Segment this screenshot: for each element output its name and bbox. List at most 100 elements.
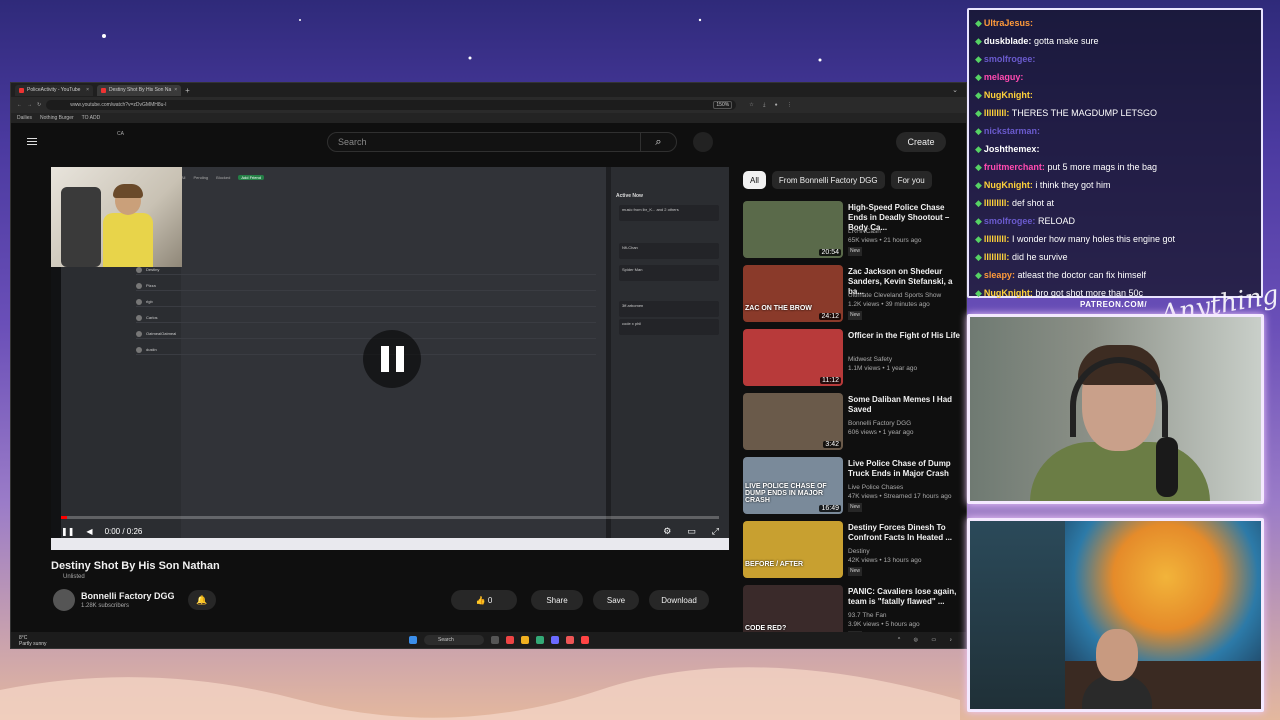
recommendation-channel[interactable]: Bonnelli Factory DGG bbox=[848, 419, 914, 428]
like-button[interactable]: 👍 0 bbox=[451, 590, 517, 610]
video-progress-bar[interactable] bbox=[61, 516, 719, 519]
video-player[interactable]: All Pending Blocked Add Friend Destiny P… bbox=[51, 167, 729, 550]
recommendation-channel[interactable]: Destiny bbox=[848, 547, 921, 556]
chat-username[interactable]: lllllllll: bbox=[984, 234, 1010, 244]
pause-icon[interactable] bbox=[363, 330, 421, 388]
video-thumbnail[interactable]: 20:54 bbox=[743, 201, 843, 258]
recommendation-item[interactable]: 20:54 High-Speed Police Chase Ends in De… bbox=[743, 201, 965, 265]
create-button[interactable]: Create bbox=[896, 132, 946, 152]
browser-window: PoliceActivity - YouTube × Destiny Shot … bbox=[10, 82, 967, 649]
recommendation-item[interactable]: LIVE POLICE CHASE OF DUMP ENDS IN MAJOR … bbox=[743, 457, 965, 521]
channel-avatar[interactable] bbox=[53, 589, 75, 611]
youtube-icon[interactable] bbox=[581, 636, 589, 644]
url-field[interactable]: www.youtube.com/watch?v=zDvGMMH8u-I 150% bbox=[46, 100, 737, 110]
tab-destiny-video[interactable]: Destiny Shot By His Son Na × bbox=[97, 84, 182, 96]
chat-text: did he survive bbox=[1011, 252, 1068, 262]
file-explorer-icon[interactable] bbox=[521, 636, 529, 644]
video-duration: 3:42 bbox=[823, 441, 841, 448]
recommendation-title[interactable]: Officer in the Fight of His Life bbox=[848, 331, 966, 341]
fullscreen-icon[interactable]: ⤢ bbox=[712, 526, 719, 537]
back-icon[interactable]: ← bbox=[17, 102, 22, 108]
share-button[interactable]: Share bbox=[531, 590, 583, 610]
app-icon[interactable] bbox=[506, 636, 514, 644]
discord-icon[interactable] bbox=[551, 636, 559, 644]
new-tab-icon[interactable]: + bbox=[185, 86, 190, 95]
chat-username[interactable]: lllllllll: bbox=[984, 108, 1010, 118]
weather-widget[interactable]: 8°C Partly sunny bbox=[19, 635, 47, 647]
like-count: 0 bbox=[487, 595, 493, 605]
badge-icon: ◆ bbox=[975, 72, 982, 82]
start-icon[interactable] bbox=[409, 636, 417, 644]
chat-username[interactable]: fruitmerchant: bbox=[984, 162, 1045, 172]
video-thumbnail[interactable]: 11:12 bbox=[743, 329, 843, 386]
chat-username[interactable]: duskblade: bbox=[984, 36, 1032, 46]
badge-icon: ◆ bbox=[975, 198, 982, 208]
tab-police-activity[interactable]: PoliceActivity - YouTube × bbox=[15, 84, 93, 96]
reload-icon[interactable]: ↻ bbox=[37, 102, 41, 108]
recommendation-channel[interactable]: Live Police Chases bbox=[848, 483, 951, 492]
new-badge: New bbox=[848, 503, 863, 512]
chip-from-channel[interactable]: From Bonnelli Factory DGG bbox=[771, 171, 885, 189]
bookmark-nothing-burger[interactable]: Nothing Burger bbox=[40, 115, 74, 121]
video-duration: 20:54 bbox=[819, 249, 841, 256]
chat-username[interactable]: lllllllll: bbox=[984, 252, 1010, 262]
chip-all[interactable]: All bbox=[743, 171, 766, 189]
search-input[interactable]: Search ⌕ bbox=[327, 132, 677, 152]
recommendation-title[interactable]: Some Daliban Memes I Had Saved bbox=[848, 395, 966, 415]
chip-for-you[interactable]: For you bbox=[890, 171, 932, 189]
recommendation-item[interactable]: 11:12 Officer in the Fight of His Life M… bbox=[743, 329, 965, 393]
recommendation-item[interactable]: ZAC ON THE BROW 24:12 Zac Jackson on She… bbox=[743, 265, 965, 329]
chat-message: ◆ smolfrogee: RELOAD bbox=[975, 212, 1255, 230]
recommendation-title[interactable]: Destiny Forces Dinesh To Confront Facts … bbox=[848, 523, 966, 543]
app-icon[interactable] bbox=[566, 636, 574, 644]
search-icon[interactable]: ⌕ bbox=[640, 133, 676, 151]
chat-username[interactable]: NugKnight: bbox=[984, 288, 1033, 298]
recommendation-title[interactable]: Live Police Chase of Dump Truck Ends in … bbox=[848, 459, 966, 479]
close-tab-icon[interactable]: × bbox=[174, 87, 177, 93]
menu-icon[interactable] bbox=[27, 136, 37, 147]
toolbar-icons[interactable]: ☆ ⤓ ● ⋮ bbox=[749, 102, 796, 108]
recommendation-channel[interactable]: 93.7 The Fan bbox=[848, 611, 920, 620]
chat-username[interactable]: smolfrogee: bbox=[984, 216, 1036, 226]
chat-username[interactable]: NugKnight: bbox=[984, 180, 1033, 190]
chat-username[interactable]: Joshthemex: bbox=[984, 144, 1040, 154]
volume-icon[interactable]: ◀ bbox=[86, 527, 92, 536]
recommendation-meta: 606 views • 1 year ago bbox=[848, 429, 914, 436]
tab-list-icon[interactable]: ⌄ bbox=[952, 86, 958, 94]
save-button[interactable]: Save bbox=[593, 590, 639, 610]
settings-icon[interactable]: ⚙ bbox=[663, 526, 671, 537]
notification-bell-icon[interactable]: 🔔 bbox=[188, 590, 216, 610]
channel-name[interactable]: Bonnelli Factory DGG bbox=[81, 591, 175, 601]
video-thumbnail[interactable]: ZAC ON THE BROW 24:12 bbox=[743, 265, 843, 322]
bookmark-to-add[interactable]: TO ADD bbox=[82, 115, 101, 121]
recommendation-title[interactable]: PANIC: Cavaliers lose again, team is "fa… bbox=[848, 587, 966, 607]
chat-username[interactable]: lllllllll: bbox=[984, 198, 1010, 208]
chat-username[interactable]: melaguy: bbox=[984, 72, 1024, 82]
recommendation-channel[interactable]: Midwest Safety bbox=[848, 355, 917, 364]
zoom-badge[interactable]: 150% bbox=[713, 101, 733, 109]
forward-icon[interactable]: → bbox=[27, 102, 32, 108]
chat-message: ◆ NugKnight: i think they got him bbox=[975, 176, 1255, 194]
app-icon[interactable] bbox=[536, 636, 544, 644]
chat-username[interactable]: smolfrogee: bbox=[984, 54, 1036, 64]
play-pause-icon[interactable]: ❚❚ bbox=[61, 527, 74, 536]
voice-search-icon[interactable] bbox=[693, 132, 713, 152]
chat-username[interactable]: NugKnight: bbox=[984, 90, 1033, 100]
bookmark-dailies[interactable]: Dailies bbox=[17, 115, 32, 121]
system-tray-icons[interactable]: ^ ◎ ▭ ♪ bbox=[898, 637, 958, 643]
task-view-icon[interactable] bbox=[491, 636, 499, 644]
close-tab-icon[interactable]: × bbox=[86, 87, 89, 93]
theater-mode-icon[interactable]: ▭ bbox=[687, 526, 696, 537]
recommendation-item[interactable]: 3:42 Some Daliban Memes I Had Saved Bonn… bbox=[743, 393, 965, 457]
video-thumbnail[interactable]: 3:42 bbox=[743, 393, 843, 450]
chat-username[interactable]: nickstarman: bbox=[984, 126, 1040, 136]
video-thumbnail[interactable]: LIVE POLICE CHASE OF DUMP ENDS IN MAJOR … bbox=[743, 457, 843, 514]
taskbar-search[interactable]: Search bbox=[424, 635, 484, 645]
video-thumbnail[interactable]: BEFORE / AFTER bbox=[743, 521, 843, 578]
recommendation-channel[interactable]: Ultimate Cleveland Sports Show bbox=[848, 291, 941, 300]
chat-username[interactable]: UltraJesus: bbox=[984, 18, 1033, 28]
chat-username[interactable]: sleapy: bbox=[984, 270, 1015, 280]
download-button[interactable]: Download bbox=[649, 590, 709, 610]
recommendation-channel[interactable]: LRHNCash bbox=[848, 227, 921, 236]
recommendation-item[interactable]: BEFORE / AFTER Destiny Forces Dinesh To … bbox=[743, 521, 965, 585]
